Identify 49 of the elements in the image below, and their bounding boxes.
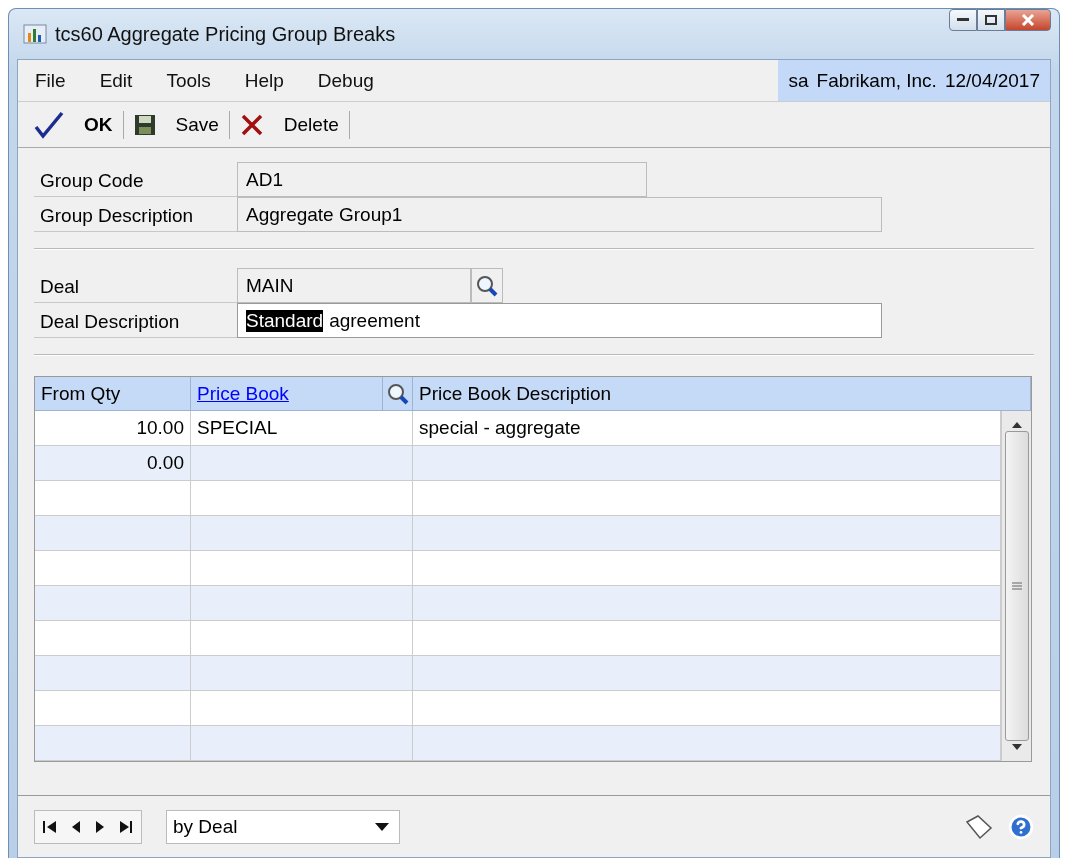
column-header: Price Book Description [413, 377, 1031, 411]
sort-dropdown[interactable]: by Deal [166, 809, 400, 844]
search-icon [475, 273, 499, 298]
maximize-icon [985, 15, 997, 25]
menu-item[interactable]: Edit [82, 69, 150, 92]
last-record-icon [119, 819, 133, 834]
column-header-link[interactable]: Price Book [197, 382, 289, 405]
scroll-thumb[interactable] [1004, 431, 1029, 741]
input-field[interactable]: AD1 [237, 162, 647, 197]
input-field[interactable]: Aggregate Group1 [237, 197, 882, 232]
help-icon[interactable] [1008, 813, 1034, 840]
table-cell: 0.00 [35, 446, 191, 481]
scroll-up-icon [1011, 421, 1022, 429]
menu-item[interactable]: Debug [300, 69, 391, 92]
lookup-button[interactable] [383, 377, 413, 411]
save-button[interactable]: Save [123, 106, 229, 143]
session-info: sa Fabrikam, Inc. 12/04/2017 [778, 60, 1050, 101]
close-button[interactable] [1005, 9, 1051, 31]
lookup-button[interactable] [471, 268, 503, 303]
note-icon [964, 813, 994, 840]
scroll-down-icon [1011, 743, 1022, 751]
minimize-icon [957, 18, 969, 22]
table-cell: 10.00 [35, 411, 191, 446]
minimize-button[interactable] [949, 9, 977, 31]
search-icon [385, 381, 410, 406]
scrollbar[interactable] [1001, 411, 1031, 761]
record-navigator[interactable] [34, 809, 142, 844]
table-cell: SPECIAL [191, 411, 413, 446]
delete-button[interactable]: Delete [229, 106, 349, 143]
maximize-button[interactable] [977, 9, 1005, 31]
menu-item[interactable]: File [18, 69, 83, 92]
save-icon [133, 113, 156, 136]
delete-icon [239, 112, 264, 137]
input-field[interactable]: MAIN [237, 268, 471, 303]
app-icon [23, 23, 47, 45]
column-header: From Qty [35, 377, 191, 411]
grip-icon [1011, 582, 1022, 590]
dropdown-arrow-icon [375, 822, 389, 831]
window-title: tcs60 Aggregate Pricing Group Breaks [55, 22, 397, 46]
table-cell: special - aggregate [413, 411, 1001, 446]
first-record-icon [43, 819, 57, 834]
menu-item[interactable]: Tools [149, 69, 228, 92]
next-record-icon [95, 819, 105, 834]
checkmark-icon [34, 110, 64, 139]
ok-button[interactable]: OK [24, 106, 123, 143]
previous-record-icon [71, 819, 81, 834]
menu-item[interactable]: Help [227, 69, 301, 92]
close-icon [1021, 14, 1035, 26]
input-field[interactable]: Standard agreement [237, 303, 882, 338]
